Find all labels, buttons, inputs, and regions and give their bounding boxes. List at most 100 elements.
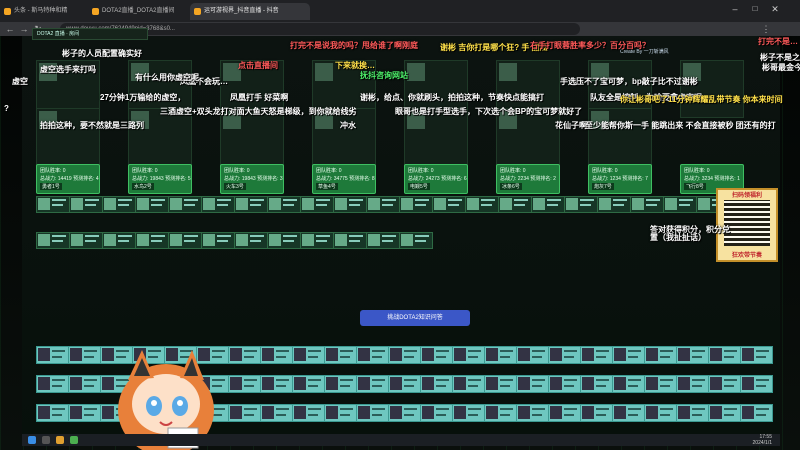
minimize-button[interactable]: – (728, 4, 742, 18)
player-pool-cell[interactable] (548, 346, 581, 364)
draft-player-cell[interactable] (234, 196, 268, 213)
draft-player-cell[interactable] (267, 232, 301, 249)
player-pool-cell[interactable] (516, 404, 549, 422)
player-pool-cell[interactable] (292, 404, 325, 422)
player-pool-cell[interactable] (708, 404, 741, 422)
player-pool-cell[interactable] (68, 404, 101, 422)
player-card[interactable] (588, 108, 652, 166)
player-pool-cell[interactable] (708, 346, 741, 364)
draft-player-cell[interactable] (36, 196, 70, 213)
draft-player-cell[interactable] (201, 196, 235, 213)
player-pool-cell[interactable] (484, 375, 517, 393)
player-pool-cell[interactable] (420, 346, 453, 364)
player-pool-cell[interactable] (388, 346, 421, 364)
draft-player-cell[interactable] (102, 196, 136, 213)
player-pool-cell[interactable] (420, 404, 453, 422)
player-pool-cell[interactable] (644, 375, 677, 393)
player-pool-cell[interactable] (548, 375, 581, 393)
player-pool-cell[interactable] (740, 346, 773, 364)
draft-player-cell[interactable] (69, 232, 103, 249)
player-pool-cell[interactable] (612, 346, 645, 364)
draft-player-cell[interactable] (168, 232, 202, 249)
draft-player-cell[interactable] (333, 232, 367, 249)
player-pool-cell[interactable] (452, 375, 485, 393)
player-pool-cell[interactable] (612, 404, 645, 422)
player-pool-cell[interactable] (260, 375, 293, 393)
player-pool-cell[interactable] (388, 404, 421, 422)
player-pool-cell[interactable] (292, 346, 325, 364)
browser-tab[interactable]: 头条 - 斯马特种和精 (0, 3, 86, 20)
player-pool-cell[interactable] (68, 346, 101, 364)
draft-player-cell[interactable] (597, 196, 631, 213)
player-pool-cell[interactable] (548, 404, 581, 422)
draft-player-cell[interactable] (135, 232, 169, 249)
player-pool-cell[interactable] (228, 346, 261, 364)
folder-icon[interactable] (56, 436, 64, 444)
player-pool-cell[interactable] (388, 375, 421, 393)
draft-player-cell[interactable] (531, 196, 565, 213)
player-card[interactable] (36, 108, 100, 166)
player-pool-cell[interactable] (740, 404, 773, 422)
player-pool-cell[interactable] (260, 404, 293, 422)
player-pool-cell[interactable] (484, 404, 517, 422)
draft-player-cell[interactable] (102, 232, 136, 249)
draft-player-cell[interactable] (36, 232, 70, 249)
draft-player-cell[interactable] (366, 232, 400, 249)
player-pool-cell[interactable] (676, 375, 709, 393)
back-icon[interactable]: ← (4, 23, 16, 35)
player-pool-cell[interactable] (68, 375, 101, 393)
player-pool-cell[interactable] (644, 346, 677, 364)
player-pool-cell[interactable] (356, 404, 389, 422)
player-pool-cell[interactable] (356, 346, 389, 364)
player-pool-cell[interactable] (516, 346, 549, 364)
player-pool-cell[interactable] (580, 346, 613, 364)
forward-icon[interactable]: → (18, 23, 30, 35)
draft-player-cell[interactable] (399, 196, 433, 213)
draft-player-cell[interactable] (663, 196, 697, 213)
player-pool-cell[interactable] (580, 375, 613, 393)
player-pool-cell[interactable] (324, 346, 357, 364)
draft-player-cell[interactable] (135, 196, 169, 213)
player-pool-cell[interactable] (36, 375, 69, 393)
browser-tab-active[interactable]: 运可游视界_抖音直播 - 抖音 (190, 3, 310, 20)
close-button[interactable]: ✕ (768, 4, 782, 18)
draft-player-cell[interactable] (234, 232, 268, 249)
maximize-button[interactable]: □ (748, 4, 762, 18)
browser-icon[interactable] (70, 436, 78, 444)
draft-player-cell[interactable] (630, 196, 664, 213)
draft-player-cell[interactable] (432, 196, 466, 213)
player-pool-cell[interactable] (452, 404, 485, 422)
draft-player-cell[interactable] (168, 196, 202, 213)
player-pool-cell[interactable] (612, 375, 645, 393)
player-pool-cell[interactable] (36, 346, 69, 364)
draft-player-cell[interactable] (300, 196, 334, 213)
player-pool-cell[interactable] (324, 375, 357, 393)
draft-player-cell[interactable] (366, 196, 400, 213)
player-pool-cell[interactable] (292, 375, 325, 393)
player-pool-cell[interactable] (356, 375, 389, 393)
player-pool-cell[interactable] (228, 404, 261, 422)
draft-player-cell[interactable] (267, 196, 301, 213)
draft-player-cell[interactable] (498, 196, 532, 213)
player-pool-cell[interactable] (740, 375, 773, 393)
draft-player-cell[interactable] (300, 232, 334, 249)
browser-tab[interactable]: DOTA2直播_DOTA2直播间 (88, 3, 188, 20)
search-icon[interactable] (42, 436, 50, 444)
player-pool-cell[interactable] (484, 346, 517, 364)
player-pool-cell[interactable] (580, 404, 613, 422)
player-pool-cell[interactable] (228, 375, 261, 393)
draft-player-cell[interactable] (399, 232, 433, 249)
player-pool-cell[interactable] (708, 375, 741, 393)
draft-player-cell[interactable] (333, 196, 367, 213)
player-pool-cell[interactable] (676, 346, 709, 364)
player-pool-cell[interactable] (676, 404, 709, 422)
player-pool-cell[interactable] (452, 346, 485, 364)
menu-icon[interactable]: ⋮ (760, 23, 772, 35)
start-icon[interactable] (28, 436, 36, 444)
player-card[interactable] (680, 60, 744, 118)
player-pool-cell[interactable] (260, 346, 293, 364)
player-pool-cell[interactable] (644, 404, 677, 422)
player-pool-cell[interactable] (420, 375, 453, 393)
draft-player-cell[interactable] (465, 196, 499, 213)
player-pool-cell[interactable] (516, 375, 549, 393)
